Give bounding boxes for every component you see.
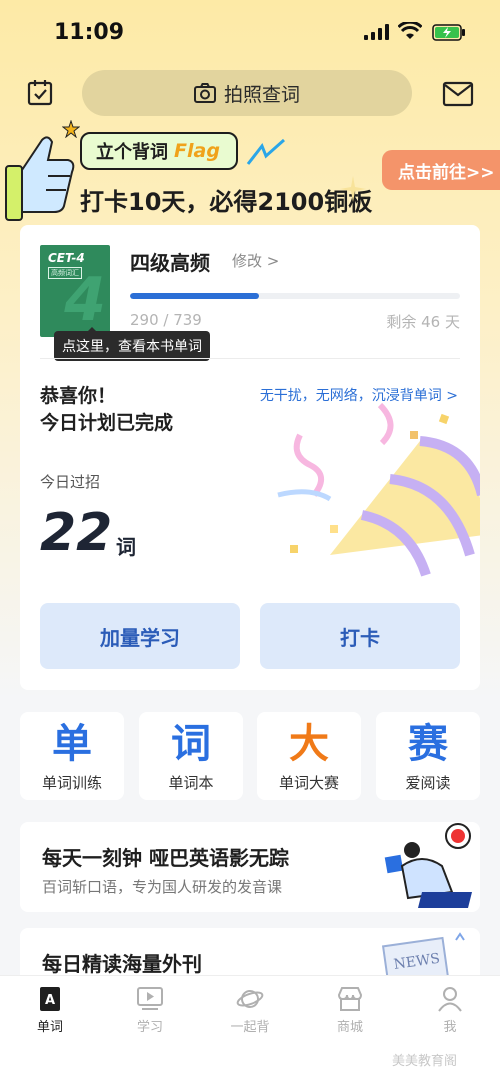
feature-glyph: 词: [171, 721, 211, 767]
edit-book-link[interactable]: 修改 >: [232, 250, 279, 271]
study-more-button[interactable]: 加量学习: [40, 603, 240, 669]
speaking-illustration: [384, 823, 472, 908]
feature-wordbook[interactable]: 词 单词本: [139, 712, 243, 800]
party-popper-illustration: [277, 402, 480, 577]
book-cover-title: CET-4: [48, 251, 85, 265]
congrats-message: 恭喜你！ 今日计划已完成: [40, 383, 173, 437]
study-card: CET-4 高频词汇 4 点这里，查看本书单词 四级高频 修改 > 290 / …: [20, 225, 480, 690]
book-title: 四级高频: [130, 251, 210, 275]
today-word-unit: 词: [116, 535, 136, 559]
flag-banner[interactable]: 立个背词 Flag 打卡10天，必得2100铜板 点击前往>>: [0, 118, 500, 221]
promo-title: 每日精读海量外刊: [42, 952, 202, 976]
remaining-days: 剩余 46 天: [386, 313, 460, 331]
person-icon: [438, 987, 462, 1012]
feature-label: 爱阅读: [405, 774, 451, 792]
book-tooltip: 点这里，查看本书单词: [54, 327, 210, 361]
tab-together[interactable]: 一起背: [210, 986, 290, 1035]
goto-button[interactable]: 点击前往>>: [382, 150, 500, 190]
calendar-check-icon[interactable]: [26, 78, 56, 108]
svg-text:A: A: [45, 993, 55, 1008]
feature-reading[interactable]: 赛 爱阅读: [376, 712, 480, 800]
star-icon: [62, 120, 80, 138]
congrats-line1: 恭喜你！: [40, 385, 117, 407]
offline-mode-link[interactable]: 无干扰，无网络，沉浸背单词 >: [260, 385, 458, 405]
photo-search-label: 拍照查词: [223, 83, 300, 106]
card-divider: [40, 358, 460, 359]
today-word-count: 22: [40, 503, 113, 563]
play-screen-icon: [137, 987, 163, 1010]
flag-tag-word: Flag: [174, 140, 220, 162]
flag-tag: 立个背词 Flag: [80, 132, 238, 170]
book-progress-bar: [130, 293, 460, 299]
feature-label: 单词本: [168, 774, 214, 792]
speaking-course-card[interactable]: 每天一刻钟 哑巴英语影无踪 百词斩口语，专为国人研发的发音课: [20, 822, 480, 912]
battery-charging-icon: [432, 24, 465, 41]
book-progress-fill: [130, 293, 259, 299]
book-progress-count: 290 / 739: [130, 311, 202, 329]
planet-icon: [236, 990, 264, 1008]
tab-label: 商城: [336, 1020, 363, 1035]
status-time: 11:09: [54, 20, 125, 45]
photo-search-button[interactable]: 拍照查词: [82, 70, 412, 116]
lightning-icon: [246, 138, 285, 165]
mail-icon[interactable]: [442, 80, 474, 108]
watermark: 美美教育阁: [392, 1054, 458, 1069]
camera-icon: [193, 83, 216, 103]
tab-me[interactable]: 我: [410, 986, 490, 1035]
tab-words[interactable]: A 单词: [10, 986, 90, 1035]
book-cover-number: 4: [64, 265, 106, 335]
feature-label: 单词大赛: [278, 774, 339, 792]
book-cover[interactable]: CET-4 高频词汇 4: [40, 245, 110, 337]
shop-icon: [337, 987, 363, 1011]
sparkle-icon: [340, 176, 366, 202]
feature-glyph: 大: [289, 721, 329, 767]
banner-promo-text: 打卡10天，必得2100铜板: [80, 188, 373, 216]
feature-word-contest[interactable]: 大 单词大赛: [257, 712, 361, 800]
promo-subtitle: 百词斩口语，专为国人研发的发音课: [42, 878, 283, 896]
feature-label: 单词训练: [41, 774, 102, 792]
promo-title: 每天一刻钟 哑巴英语影无踪: [42, 846, 289, 870]
wifi-icon: [398, 22, 422, 39]
tab-label: 学习: [136, 1020, 163, 1035]
tab-shop[interactable]: 商城: [310, 986, 390, 1035]
status-bar: 11:09: [0, 0, 500, 64]
feature-glyph: 单: [52, 721, 92, 767]
tab-study[interactable]: 学习: [110, 986, 190, 1035]
flag-tag-text: 立个背词: [96, 142, 168, 163]
today-label: 今日过招: [40, 473, 101, 491]
feature-word-training[interactable]: 单 单词训练: [20, 712, 124, 800]
cellular-signal-icon: [364, 24, 389, 40]
tab-label: 我: [443, 1020, 457, 1035]
feature-glyph: 赛: [408, 721, 448, 767]
checkin-button[interactable]: 打卡: [260, 603, 460, 669]
tab-label: 单词: [36, 1020, 63, 1035]
thumbs-up-icon: [5, 136, 75, 221]
tab-label: 一起背: [230, 1020, 270, 1035]
congrats-line2: 今日计划已完成: [40, 412, 174, 434]
book-a-icon: A: [40, 987, 60, 1011]
